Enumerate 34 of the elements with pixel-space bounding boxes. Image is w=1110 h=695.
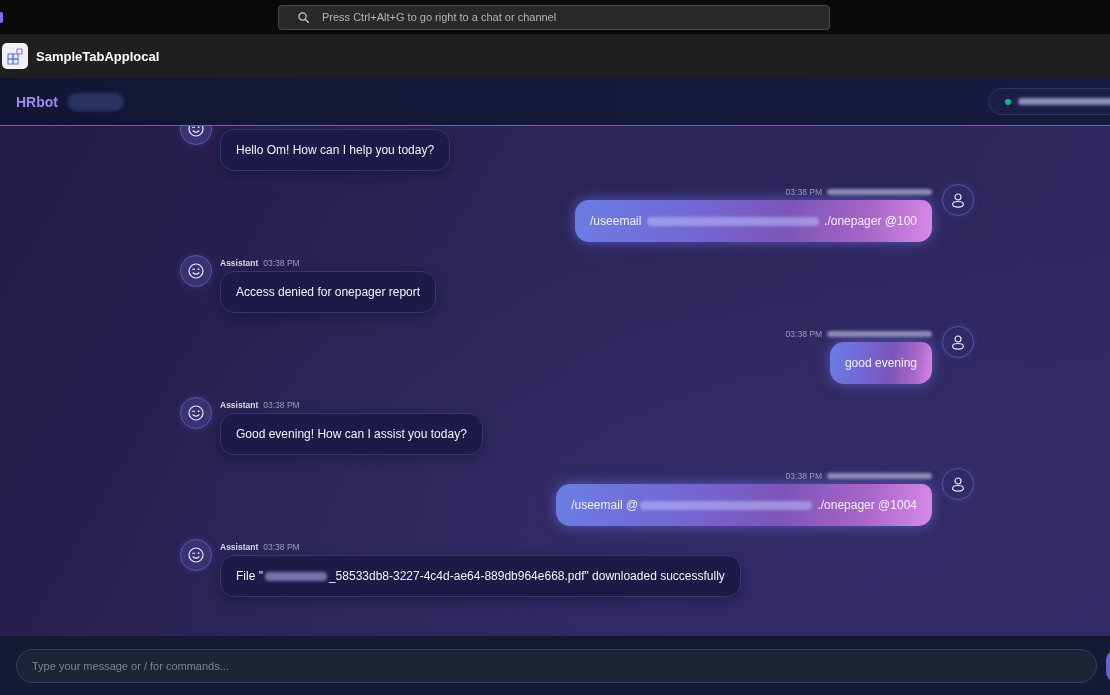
- message-text: Access denied for onepager report: [236, 285, 421, 299]
- message-time: 03:38 PM: [263, 542, 300, 552]
- message-text: Good evening! How can I assist you today?: [236, 427, 467, 441]
- app-title: SampleTabApplocal: [36, 48, 160, 64]
- message-text: File ": [236, 569, 263, 583]
- message-text: good evening: [844, 356, 917, 370]
- bot-name: HRbot: [16, 93, 58, 110]
- search-icon: [298, 11, 309, 23]
- person-avatar-icon: [950, 476, 966, 492]
- message-input[interactable]: Type your message or / for commands...: [16, 649, 1097, 683]
- message-time: 03:38 PM: [785, 471, 822, 481]
- search-field[interactable]: Press Ctrl+Alt+G to go right to a chat or channel: [278, 4, 830, 30]
- message-text: /useemail: [590, 214, 643, 228]
- logo-icon: [0, 11, 3, 23]
- redacted-text: [264, 571, 327, 581]
- smiley-avatar-icon: [188, 263, 204, 279]
- smiley-avatar-icon: [188, 405, 204, 421]
- message-text: _58533db8-3227-4c4d-ae64-889db964e668.pdf" downloaded successfully: [328, 569, 725, 583]
- message-text: ./onepager @100: [823, 214, 917, 228]
- smiley-avatar-icon: [188, 547, 204, 563]
- message-text: /useemail @: [571, 498, 639, 512]
- app-icon: [7, 47, 23, 65]
- message-time: 03:38 PM: [263, 258, 300, 268]
- message-time: 03:38 PM: [785, 187, 822, 197]
- redacted-tag: [67, 92, 124, 111]
- message-text: Hello Om! How can I help you today?: [236, 143, 435, 157]
- person-avatar-icon: [950, 192, 966, 208]
- message-text: ./onepager @1004: [816, 498, 917, 512]
- sender-name: Assistant: [220, 542, 259, 552]
- sender-name: Assistant: [220, 258, 259, 268]
- person-avatar-icon: [950, 334, 966, 350]
- sender-name: Assistant: [220, 400, 259, 410]
- message-time: 03:38 PM: [263, 400, 300, 410]
- message-time: 03:38 PM: [785, 329, 822, 339]
